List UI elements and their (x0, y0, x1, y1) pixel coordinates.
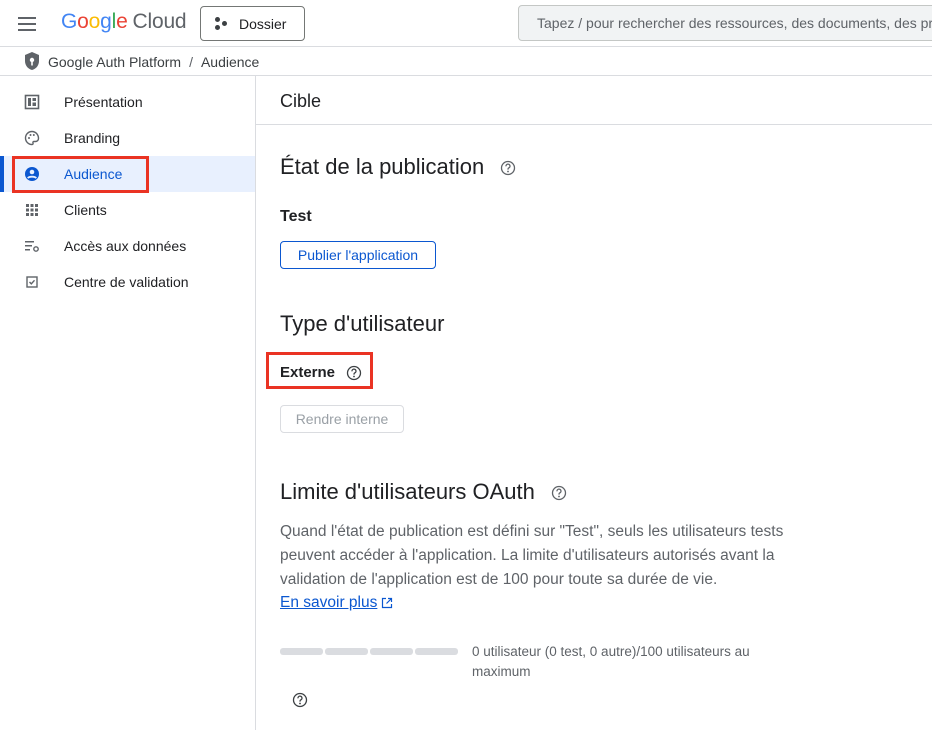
sidebar-item-label: Centre de validation (64, 274, 189, 290)
sidebar-item-presentation[interactable]: Présentation (0, 84, 255, 120)
logo-cloud-text: Cloud (132, 10, 187, 33)
oauth-limit-heading: Limite d'utilisateurs OAuth (280, 479, 567, 505)
help-icon[interactable] (500, 160, 516, 176)
progress-segment (415, 648, 458, 655)
user-type-heading: Type d'utilisateur (280, 311, 445, 336)
user-limit-progress-bar (280, 648, 458, 655)
publishing-status-heading: État de la publication (280, 154, 516, 180)
progress-segment (370, 648, 413, 655)
page-title: Cible (280, 91, 322, 111)
help-icon[interactable] (551, 485, 567, 501)
sidebar-item-label: Accès aux données (64, 238, 187, 254)
oauth-limit-description: Quand l'état de publication est défini s… (280, 523, 784, 588)
oauth-limit-title: Limite d'utilisateurs OAuth (280, 479, 535, 504)
publish-app-button-label: Publier l'application (297, 247, 419, 263)
project-icon (215, 16, 229, 31)
breadcrumb-product[interactable]: Google Auth Platform (48, 54, 181, 70)
sidebar-item-branding[interactable]: Branding (0, 120, 255, 156)
top-bar: Google Cloud Dossier Tapez / pour recherc… (0, 0, 932, 47)
highlight-box (266, 352, 373, 389)
shield-icon (25, 52, 39, 70)
external-link-icon (382, 597, 393, 609)
grid-icon (26, 204, 38, 216)
checkbox-icon (26, 276, 38, 288)
help-icon[interactable] (292, 692, 308, 708)
sidebar-item-clients[interactable]: Clients (0, 192, 255, 228)
sidebar-item-label: Clients (64, 202, 107, 218)
page-header: Cible (256, 76, 932, 125)
project-picker-button[interactable]: Dossier (200, 6, 305, 41)
publish-app-button[interactable]: Publier l'application (280, 241, 436, 269)
learn-more-link[interactable]: En savoir plus (280, 594, 393, 612)
sidebar-item-label: Branding (64, 130, 121, 146)
google-cloud-logo[interactable]: Google Cloud (61, 10, 187, 34)
breadcrumb-separator: / (189, 54, 193, 70)
highlight-box (12, 156, 149, 193)
sidebar-item-validation-center[interactable]: Centre de validation (0, 264, 255, 300)
palette-icon (24, 130, 40, 146)
breadcrumb-page: Audience (200, 54, 260, 70)
publishing-status-title: État de la publication (280, 154, 485, 179)
make-internal-button[interactable]: Rendre interne (280, 405, 404, 433)
search-input[interactable]: Tapez / pour rechercher des ressources, … (518, 5, 932, 41)
search-placeholder: Tapez / pour rechercher des ressources, … (537, 15, 932, 31)
sidebar-item-data-access[interactable]: Accès aux données (0, 228, 255, 264)
publishing-status-value: Test (280, 208, 312, 225)
make-internal-button-label: Rendre interne (295, 411, 389, 427)
learn-more-label: En savoir plus (280, 594, 378, 611)
user-limit-usage-text: 0 utilisateur (0 test, 0 autre)/100 util… (472, 644, 750, 679)
breadcrumb: Google Auth Platform / Audience (0, 47, 932, 76)
hamburger-menu-icon[interactable] (16, 12, 40, 36)
main-content: Cible État de la publication Test Publie… (256, 76, 932, 730)
dashboard-icon (24, 94, 40, 110)
progress-segment (325, 648, 368, 655)
sidebar-item-label: Présentation (64, 94, 143, 110)
data-access-icon (25, 241, 39, 252)
project-picker-label: Dossier (239, 15, 287, 32)
progress-segment (280, 648, 323, 655)
